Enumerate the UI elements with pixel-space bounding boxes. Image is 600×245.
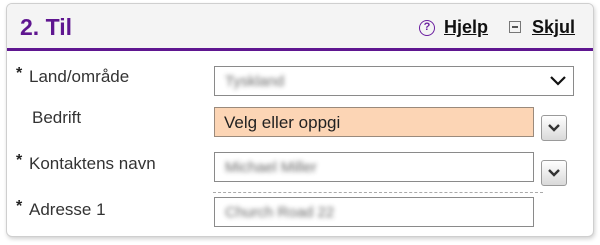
question-circle-icon[interactable]: ?: [419, 20, 435, 36]
country-label: Land/område: [29, 67, 130, 86]
section-title: 2. Til: [20, 14, 72, 40]
contact-name-value: Michael Miller: [225, 159, 317, 176]
required-marker: *: [16, 65, 23, 82]
address1-input[interactable]: Church Road 22: [214, 197, 534, 227]
hide-link[interactable]: Skjul: [532, 17, 575, 38]
company-placeholder: Velg eller oppgi: [224, 113, 341, 132]
chevron-down-icon: [548, 169, 560, 177]
contact-dropdown-button[interactable]: [541, 160, 567, 186]
contact-name-label: Kontaktens navn: [29, 154, 156, 173]
required-marker: *: [16, 198, 23, 215]
country-select[interactable]: Tyskland: [214, 66, 574, 96]
company-input[interactable]: Velg eller oppgi: [214, 107, 534, 137]
address1-label: Adresse 1: [29, 200, 106, 219]
address1-value: Church Road 22: [225, 204, 335, 221]
divider: [213, 192, 543, 193]
required-marker: *: [16, 152, 23, 169]
chevron-down-icon: [548, 124, 560, 132]
country-value: Tyskland: [225, 73, 285, 90]
section-header: 2. Til ? Hjelp Skjul: [7, 4, 593, 51]
chevron-down-icon: [550, 76, 566, 86]
help-link[interactable]: Hjelp: [444, 17, 488, 38]
collapse-box-icon[interactable]: [509, 21, 521, 33]
contact-name-input[interactable]: Michael Miller: [214, 152, 534, 182]
company-label: Bedrift: [32, 108, 82, 127]
company-dropdown-button[interactable]: [541, 115, 567, 141]
recipient-section: 2. Til ? Hjelp Skjul * Land/område Tyskl…: [6, 3, 594, 237]
